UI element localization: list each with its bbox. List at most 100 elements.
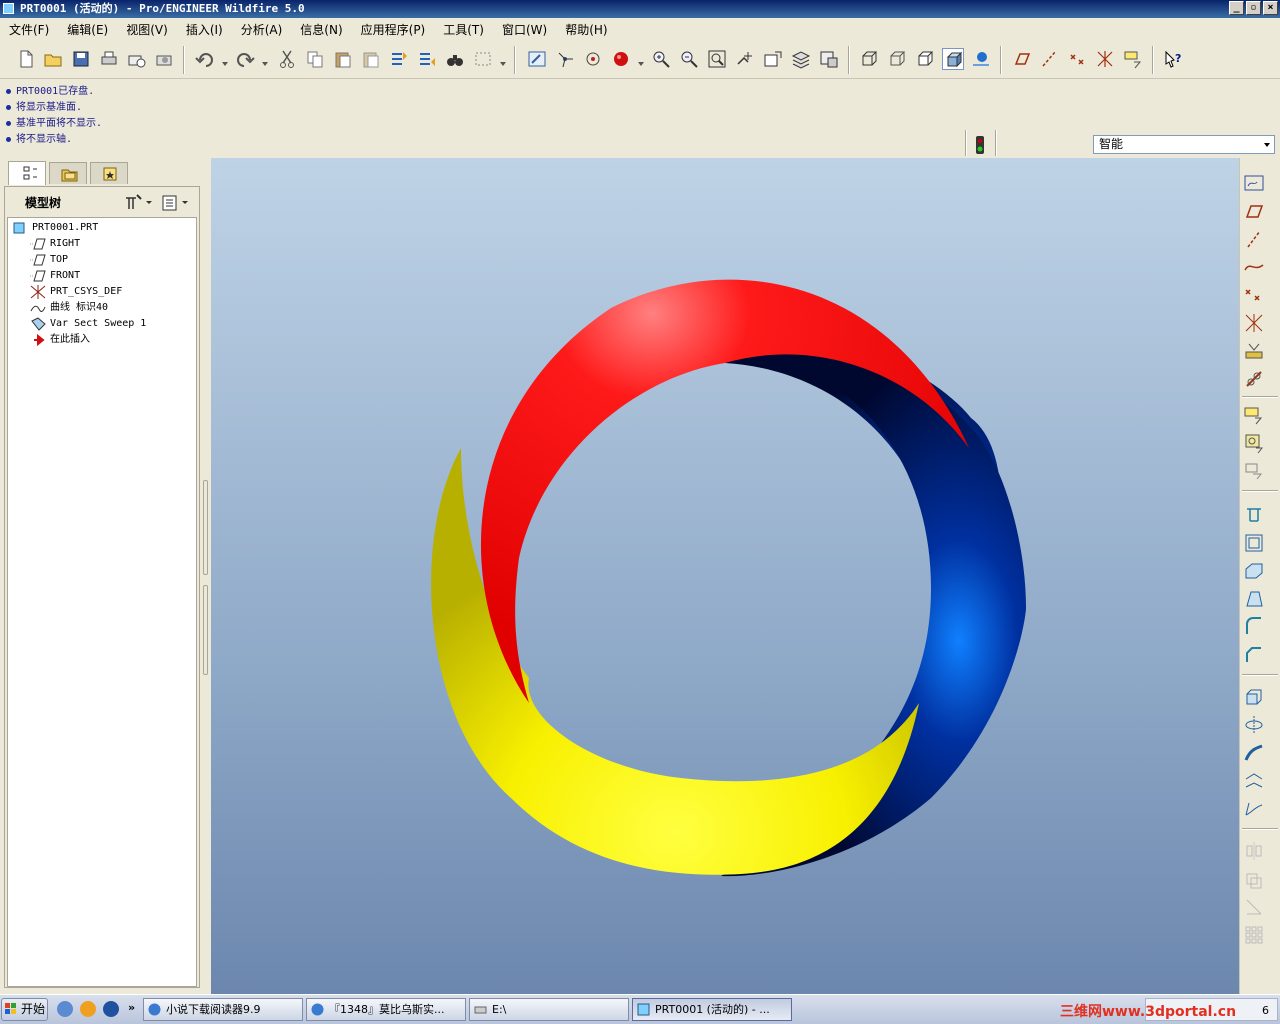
menu-info[interactable]: 信息(N): [291, 21, 351, 38]
datum-axis-display-icon[interactable]: [1038, 48, 1060, 70]
send-link-icon[interactable]: [154, 48, 176, 70]
annotation-display-icon[interactable]: [1122, 48, 1144, 70]
revolve-tool-icon[interactable]: [1243, 714, 1265, 736]
restore-button[interactable]: ▫: [1246, 1, 1261, 15]
spin-center-icon[interactable]: [554, 48, 576, 70]
sash-handle[interactable]: [203, 585, 208, 675]
task-reader[interactable]: 小说下载阅读器9.9: [143, 998, 303, 1021]
repaint-icon[interactable]: [526, 48, 548, 70]
select-dropdown-icon[interactable]: [500, 56, 506, 66]
tab-favorites[interactable]: [90, 162, 128, 184]
cut-icon[interactable]: [276, 48, 298, 70]
wireframe-icon[interactable]: [858, 48, 880, 70]
datum-point-display-icon[interactable]: [1066, 48, 1088, 70]
blend-tool-icon[interactable]: [1243, 770, 1265, 792]
tree-settings-icon[interactable]: [126, 194, 152, 209]
graphics-viewport[interactable]: [211, 158, 1239, 994]
draft-tool-icon[interactable]: [1243, 588, 1265, 610]
rib-tool-icon[interactable]: [1243, 560, 1265, 582]
task-explorer[interactable]: E:\: [469, 998, 629, 1021]
orient-mode-icon[interactable]: [582, 48, 604, 70]
zoom-in-icon[interactable]: [650, 48, 672, 70]
regenerate-icon[interactable]: [388, 48, 410, 70]
enhanced-realism-icon[interactable]: [970, 48, 992, 70]
chain-tool-icon[interactable]: [1243, 368, 1265, 390]
csys-display-icon[interactable]: [1094, 48, 1116, 70]
axis-tool-icon[interactable]: [1243, 228, 1265, 250]
paste-icon[interactable]: [332, 48, 354, 70]
quicklaunch-player-icon[interactable]: [103, 1001, 119, 1017]
menu-applications[interactable]: 应用程序(P): [352, 21, 435, 38]
mobius-strip-model[interactable]: [211, 158, 1239, 994]
round-tool-icon[interactable]: [1243, 616, 1265, 638]
regen-manager-icon[interactable]: [416, 48, 438, 70]
tab-model-tree[interactable]: [8, 161, 46, 185]
open-folder-icon[interactable]: [42, 48, 64, 70]
quicklaunch-browser-icon[interactable]: [80, 1001, 96, 1017]
context-help-icon[interactable]: ?: [1162, 48, 1184, 70]
menu-help[interactable]: 帮助(H): [556, 21, 616, 38]
quicklaunch-more-icon[interactable]: »: [128, 1001, 135, 1014]
annotation-feature-icon[interactable]: [1243, 460, 1265, 482]
mirror-tool-icon[interactable]: [1243, 840, 1265, 862]
menu-insert[interactable]: 插入(I): [177, 21, 232, 38]
undo-dropdown-icon[interactable]: [222, 56, 228, 66]
tab-folder-browser[interactable]: [49, 162, 87, 184]
sketch-tool-icon[interactable]: [1243, 172, 1265, 194]
selection-filter-dropdown[interactable]: 智能: [1093, 135, 1275, 154]
hidden-line-icon[interactable]: [886, 48, 908, 70]
select-box-icon[interactable]: [472, 48, 494, 70]
start-button[interactable]: 开始: [1, 998, 48, 1021]
analysis-tool-icon[interactable]: [1243, 340, 1265, 362]
hole-tool-icon[interactable]: [1243, 504, 1265, 526]
reorient-icon[interactable]: [734, 48, 756, 70]
view-manager-icon[interactable]: [818, 48, 840, 70]
menu-file[interactable]: 文件(F): [0, 21, 58, 38]
plane-tool-icon[interactable]: [1243, 200, 1265, 222]
note-tool-icon[interactable]: [1243, 404, 1265, 426]
menu-analysis[interactable]: 分析(A): [232, 21, 292, 38]
menu-edit[interactable]: 编辑(E): [58, 21, 117, 38]
shell-tool-icon[interactable]: [1243, 532, 1265, 554]
saved-views-icon[interactable]: [762, 48, 784, 70]
show-options-icon[interactable]: [162, 195, 188, 211]
chamfer-tool-icon[interactable]: [1243, 644, 1265, 666]
sash-handle[interactable]: [203, 480, 208, 575]
copy-icon[interactable]: [304, 48, 326, 70]
curve-tool-icon[interactable]: [1243, 256, 1265, 278]
find-binoculars-icon[interactable]: [444, 48, 466, 70]
pattern-tool-icon[interactable]: [1243, 924, 1265, 946]
shading-icon[interactable]: [942, 48, 964, 70]
task-mobius[interactable]: 『1348』莫比乌斯实...: [306, 998, 466, 1021]
datum-plane-display-icon[interactable]: [1010, 48, 1032, 70]
zoom-out-icon[interactable]: [678, 48, 700, 70]
task-proengineer[interactable]: PRT0001 (活动的) - ...: [632, 998, 792, 1021]
redo-dropdown-icon[interactable]: [262, 56, 268, 66]
layers-icon[interactable]: [790, 48, 812, 70]
minimize-button[interactable]: _: [1229, 1, 1244, 15]
save-icon[interactable]: [70, 48, 92, 70]
extrude-tool-icon[interactable]: [1243, 686, 1265, 708]
undo-icon[interactable]: [194, 48, 216, 70]
appearance-dropdown-icon[interactable]: [638, 56, 644, 66]
no-hidden-icon[interactable]: [914, 48, 936, 70]
point-tool-icon[interactable]: [1243, 284, 1265, 306]
csys-tool-icon[interactable]: [1243, 312, 1265, 334]
menu-view[interactable]: 视图(V): [117, 21, 177, 38]
redo-icon[interactable]: [234, 48, 256, 70]
navigator-sash[interactable]: [200, 160, 211, 990]
close-button[interactable]: ×: [1263, 1, 1278, 15]
print-icon[interactable]: [98, 48, 120, 70]
paste-special-icon[interactable]: [360, 48, 382, 70]
quicklaunch-ie-icon[interactable]: [57, 1001, 73, 1017]
merge-tool-icon[interactable]: [1243, 868, 1265, 890]
sweep-tool-icon[interactable]: [1243, 742, 1265, 764]
send-mail-icon[interactable]: [126, 48, 148, 70]
trim-tool-icon[interactable]: [1243, 896, 1265, 918]
new-file-icon[interactable]: [15, 48, 37, 70]
appearance-ball-icon[interactable]: [610, 48, 632, 70]
annotation-element-icon[interactable]: [1243, 432, 1265, 454]
menu-window[interactable]: 窗口(W): [493, 21, 556, 38]
boundary-blend-icon[interactable]: [1243, 798, 1265, 820]
refit-icon[interactable]: [706, 48, 728, 70]
